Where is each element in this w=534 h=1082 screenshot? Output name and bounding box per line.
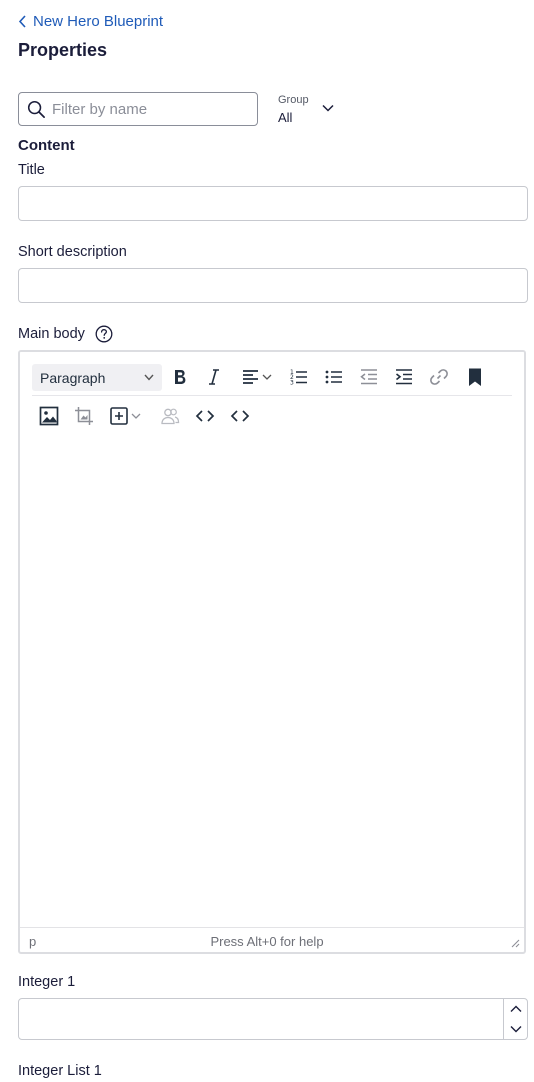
code-button[interactable] [191, 402, 219, 430]
align-dropdown-button[interactable] [238, 363, 278, 391]
code-icon [195, 410, 215, 422]
group-value: All [278, 110, 293, 125]
insert-image-button[interactable] [35, 402, 63, 430]
title-label: Title [18, 162, 45, 178]
integer-1-field [18, 998, 528, 1040]
outdent-icon [360, 369, 377, 385]
resize-handle-icon[interactable] [510, 938, 520, 948]
crop-image-icon [75, 407, 93, 425]
italic-button[interactable] [200, 363, 228, 391]
back-link-label: New Hero Blueprint [33, 13, 164, 30]
insert-icon [110, 407, 141, 425]
integer-1-input[interactable] [19, 999, 499, 1039]
italic-icon [209, 369, 219, 385]
group-label: Group [278, 94, 309, 106]
integer-list-1-label: Integer List 1 [18, 1063, 102, 1079]
search-icon [27, 100, 45, 118]
editor-content-area[interactable] [20, 438, 524, 928]
svg-text:3: 3 [290, 380, 294, 387]
integer-1-label: Integer 1 [18, 974, 76, 990]
title-input[interactable] [18, 186, 528, 221]
editor-status-bar: p Press Alt+0 for help [20, 927, 524, 952]
toolbar-divider [32, 395, 512, 396]
indent-icon [396, 369, 412, 385]
source-code-icon [230, 410, 250, 422]
block-format-value: Paragraph [40, 369, 106, 386]
bookmark-button[interactable] [461, 363, 489, 391]
group-select[interactable]: Group All [278, 94, 338, 126]
decrement-button[interactable] [504, 1019, 527, 1039]
bulleted-list-button[interactable] [320, 363, 348, 391]
accessibility-help-text: Press Alt+0 for help [210, 934, 324, 949]
chevron-down-icon [144, 374, 154, 381]
link-button[interactable] [425, 363, 453, 391]
bulleted-list-icon [325, 370, 342, 384]
numbered-list-button[interactable]: 1 2 3 [285, 363, 313, 391]
align-icon [243, 370, 272, 384]
filter-search-box[interactable] [18, 92, 258, 126]
increment-button[interactable] [504, 999, 527, 1019]
chevron-up-icon [510, 1005, 521, 1012]
outdent-button[interactable] [355, 363, 383, 391]
link-icon [430, 369, 448, 385]
chevron-down-icon [322, 104, 334, 112]
users-button[interactable] [156, 402, 184, 430]
numbered-list-icon: 1 2 3 [290, 369, 307, 387]
section-heading-content: Content [18, 137, 75, 154]
back-link[interactable]: New Hero Blueprint [18, 13, 163, 30]
short-description-input[interactable] [18, 268, 528, 303]
insert-dropdown-button[interactable] [107, 402, 147, 430]
short-description-label: Short description [18, 244, 127, 260]
chevron-down-icon [510, 1026, 521, 1033]
crop-image-button[interactable] [70, 402, 98, 430]
block-format-select[interactable]: Paragraph [32, 364, 162, 391]
bookmark-icon [469, 368, 481, 386]
integer-1-spinner [503, 999, 527, 1039]
help-icon[interactable] [95, 325, 113, 343]
bold-button[interactable] [166, 363, 194, 391]
chevron-left-icon [18, 15, 26, 28]
editor-toolbar: Paragraph 1 2 3 [20, 352, 524, 438]
users-icon [161, 408, 180, 425]
main-body-label: Main body [18, 326, 85, 342]
source-code-button[interactable] [226, 402, 254, 430]
properties-panel: New Hero Blueprint Properties Group All … [0, 0, 534, 1082]
indent-button[interactable] [390, 363, 418, 391]
image-icon [39, 406, 59, 426]
filter-input[interactable] [52, 100, 242, 118]
rich-text-editor: Paragraph 1 2 3 p Press Alt+0 for help [18, 350, 526, 954]
page-title: Properties [18, 40, 108, 60]
bold-icon [175, 370, 186, 384]
